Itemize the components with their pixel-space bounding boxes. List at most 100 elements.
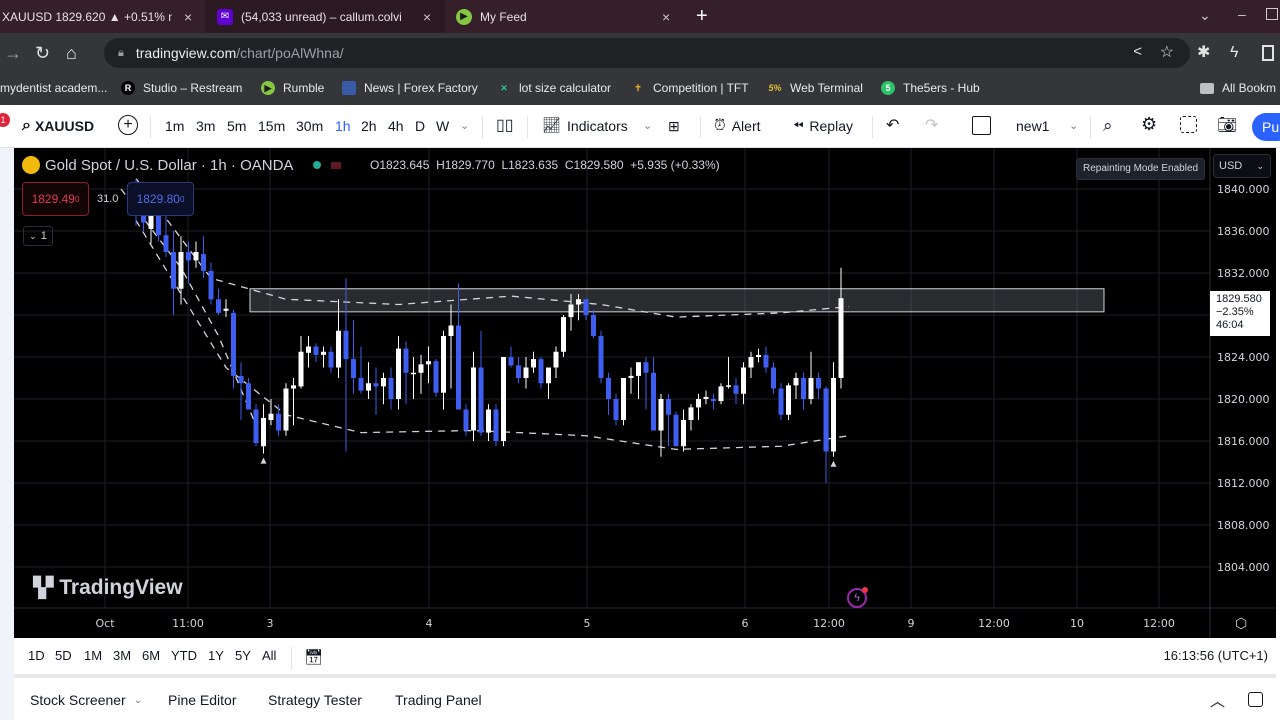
price-tick-label: 1816.000 (1217, 435, 1270, 448)
range-5y[interactable]: 5Y (235, 648, 251, 663)
timeframe-30m[interactable]: 30m (296, 117, 323, 135)
replay-button[interactable]: ⏪︎ Replay (793, 117, 853, 135)
bookmark-item[interactable]: ▶ Rumble (261, 81, 324, 95)
compare-symbol-plus-icon[interactable]: + (118, 115, 138, 135)
home-icon[interactable]: ⌂ (66, 43, 77, 63)
bookmark-item[interactable]: mydentist academ... (0, 81, 107, 95)
range-3m[interactable]: 3M (113, 648, 131, 663)
candle-body (186, 252, 191, 261)
close-tab-icon[interactable]: × (184, 9, 192, 25)
maximize-panel-icon[interactable] (1248, 692, 1263, 707)
candles-chart-type-icon[interactable]: ▯▯ (496, 117, 514, 135)
time-axis: Oct 11:00 3 4 5 6 12:00 9 12:00 10 12:00 (14, 607, 1276, 630)
symbol-search-button[interactable]: ⌕ XAUUSD (22, 117, 94, 135)
layout-templates-icon[interactable]: ⊞ (668, 117, 680, 135)
tradingview-logo-icon: ▝▞ (26, 577, 53, 599)
bookmark-item[interactable]: 5% Web Terminal (768, 81, 862, 95)
redo-icon[interactable]: ↷ (925, 117, 938, 135)
candle-body (171, 252, 176, 289)
all-bookmarks-folder[interactable]: All Bookm (1200, 81, 1276, 95)
layout-select-square-icon[interactable] (972, 116, 991, 135)
minimize-icon[interactable]: – (1238, 6, 1246, 22)
notification-badge[interactable]: 1 (0, 113, 10, 127)
range-1d[interactable]: 1D (28, 648, 45, 663)
go-to-date-calendar-icon[interactable]: 📅︎ (304, 648, 323, 666)
close-tab-icon[interactable]: × (423, 9, 431, 25)
tab-pine-editor[interactable]: Pine Editor (168, 692, 236, 708)
bookmark-item[interactable]: ✕ lot size calculator (497, 81, 611, 95)
url-input[interactable]: 🔒︎ tradingview.com/chart/poAlWhna/ < ☆ (104, 38, 1190, 68)
divider (482, 116, 483, 138)
new-tab-button[interactable]: + (696, 5, 708, 28)
bookmark-star-icon[interactable]: ☆ (1160, 42, 1174, 62)
range-1y[interactable]: 1Y (208, 648, 224, 663)
tab-search-chevron-icon[interactable]: ⌄ (1199, 7, 1211, 24)
lightning-alert-icon[interactable]: ϟ (847, 587, 868, 608)
timeframe-15m[interactable]: 15m (258, 117, 285, 135)
timeframe-4h[interactable]: 4h (388, 117, 404, 135)
candle-body (238, 375, 244, 384)
browser-tab-mail[interactable]: ✉ (54,033 unread) – callum.colvi × (205, 0, 445, 33)
timeframe-2h[interactable]: 2h (361, 117, 377, 135)
extensions-icon[interactable]: ✱ (1197, 43, 1210, 63)
range-all[interactable]: All (262, 648, 276, 663)
axis-settings-icon[interactable]: ⬡ (1235, 615, 1247, 632)
close-tab-icon[interactable]: × (662, 9, 670, 25)
tab-trading-panel[interactable]: Trading Panel (395, 692, 482, 708)
undo-icon[interactable]: ↶ (886, 117, 899, 135)
alert-button[interactable]: ⏰︎ Alert (714, 117, 761, 135)
bookmark-item[interactable]: R Studio – Restream (121, 81, 242, 95)
chart-area[interactable]: 1840.000 1836.000 1832.000 1824.000 1820.000… (14, 148, 1276, 638)
collapse-panel-chevron-up-icon[interactable]: ︿ (1210, 690, 1225, 711)
candle-body (696, 399, 701, 408)
candle-body (688, 407, 694, 420)
candle-body (396, 348, 401, 399)
candle-body (733, 385, 739, 394)
range-1m[interactable]: 1M (84, 648, 102, 663)
range-5d[interactable]: 5D (55, 648, 72, 663)
address-bar-row: → ↻ ⌂ 🔒︎ tradingview.com/chart/poAlWhna/… (0, 33, 1280, 73)
timeframe-1m[interactable]: 1m (165, 117, 184, 135)
forward-icon[interactable]: → (4, 43, 22, 63)
browser-tab-tradingview[interactable]: XAUUSD 1829.620 ▲ +0.51% n × (0, 0, 200, 33)
price-chart[interactable]: 1840.000 1836.000 1832.000 1824.000 1820.000… (14, 148, 1276, 638)
timeframe-1h[interactable]: 1h (335, 117, 351, 135)
quick-search-icon[interactable]: ⌕ (1103, 117, 1113, 135)
browser-tab-rumble[interactable]: ▶ My Feed × (446, 0, 686, 33)
extension-bolt-icon[interactable]: ϟ (1230, 43, 1238, 63)
restore-window-icon[interactable] (1266, 8, 1278, 20)
share-icon[interactable]: < (1133, 43, 1142, 60)
snapshot-camera-icon[interactable]: 📷︎ (1217, 117, 1237, 135)
sell-button[interactable]: 1829.49 0 (22, 182, 89, 216)
tab-stock-screener[interactable]: Stock Screener ⌄ (30, 692, 142, 708)
timeframe-d[interactable]: D (415, 117, 425, 135)
layout-name[interactable]: new1 (1016, 117, 1049, 135)
indicators-button[interactable]: 📈︎ Indicators (542, 117, 628, 135)
timeframe-5m[interactable]: 5m (227, 117, 246, 135)
indicators-collapse-button[interactable]: ⌄ 1 (23, 226, 53, 246)
publish-button[interactable]: Pul (1252, 113, 1280, 141)
timeframe-dropdown-chevron-icon[interactable]: ⌄ (460, 117, 469, 135)
currency-select[interactable]: USD ⌄ (1213, 154, 1271, 178)
settings-gear-icon[interactable]: ⚙ (1141, 115, 1157, 133)
reload-icon[interactable]: ↻ (35, 43, 50, 63)
candle-body (576, 299, 581, 305)
candle-body (628, 375, 634, 378)
range-ytd[interactable]: YTD (171, 648, 197, 663)
candle-body (673, 414, 679, 447)
timeframe-w[interactable]: W (436, 117, 449, 135)
fullscreen-icon[interactable] (1180, 116, 1197, 133)
bookmark-item[interactable]: 5 The5ers - Hub (881, 81, 980, 95)
candle-body (546, 367, 551, 384)
bookmark-item[interactable]: ✝ Competition | TFT (631, 81, 748, 95)
tab-strategy-tester[interactable]: Strategy Tester (268, 692, 362, 708)
indicators-dropdown-chevron-icon[interactable]: ⌄ (643, 117, 652, 135)
range-6m[interactable]: 6M (142, 648, 160, 663)
bookmark-item[interactable]: News | Forex Factory (342, 81, 478, 95)
clock-timezone[interactable]: 16:13:56 (UTC+1) (1164, 648, 1268, 663)
timeframe-3m[interactable]: 3m (196, 117, 215, 135)
chart-legend[interactable]: Gold Spot / U.S. Dollar · 1h · OANDA (22, 156, 342, 174)
layout-dropdown-chevron-icon[interactable]: ⌄ (1069, 117, 1078, 135)
side-panel-icon[interactable] (1262, 45, 1274, 61)
buy-button[interactable]: 1829.80 0 (127, 182, 194, 216)
